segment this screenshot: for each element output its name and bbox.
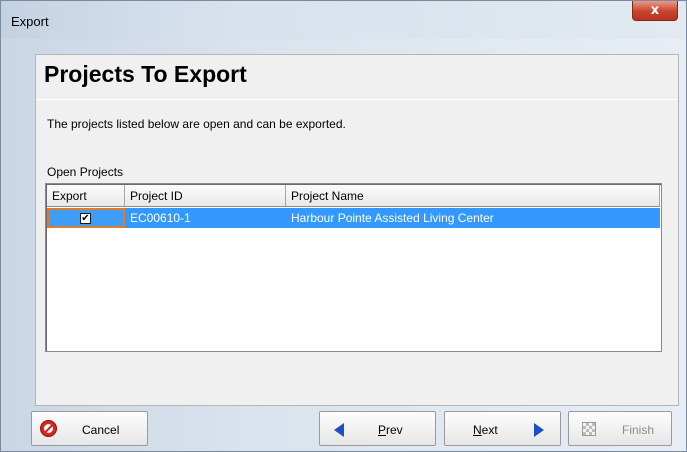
page-description: The projects listed below are open and c… [47,117,346,131]
cancel-label: Cancel [82,423,120,437]
project-id-cell: EC00610-1 [130,211,191,225]
open-projects-label: Open Projects [47,165,124,179]
cancel-icon [40,420,57,437]
export-checkbox[interactable]: ✔ [80,213,91,224]
arrow-left-icon [334,423,344,437]
title-bar[interactable]: Export x [1,1,686,39]
column-header-project-name[interactable]: Project Name [286,185,660,206]
window-title: Export [11,14,49,29]
close-icon: x [650,3,660,18]
prev-button[interactable]: Prev [319,411,436,446]
finish-label: Finish [622,423,655,437]
next-label: Next [473,423,498,437]
column-header-project-id[interactable]: Project ID [125,185,286,206]
export-dialog: Export x Projects To Export The projects… [0,0,687,452]
table-header: Export Project ID Project Name [47,185,660,207]
wizard-page: Projects To Export The projects listed b… [35,54,679,406]
page-title: Projects To Export [44,61,247,87]
column-header-export[interactable]: Export [47,185,125,206]
close-button[interactable]: x [632,1,678,21]
finish-button[interactable]: Finish [568,411,672,446]
prev-label: Prev [378,423,403,437]
next-button[interactable]: Next [444,411,561,446]
arrow-right-icon [534,423,544,437]
export-cell[interactable]: ✔ [47,208,125,228]
title-divider [36,99,678,100]
project-name-cell: Harbour Pointe Assisted Living Center [291,211,494,225]
cancel-button[interactable]: Cancel [31,411,148,446]
table-row[interactable]: ✔ EC00610-1 Harbour Pointe Assisted Livi… [47,208,660,228]
checkered-flag-icon [582,422,596,436]
open-projects-table: Export Project ID Project Name ✔ EC00610… [45,183,662,352]
